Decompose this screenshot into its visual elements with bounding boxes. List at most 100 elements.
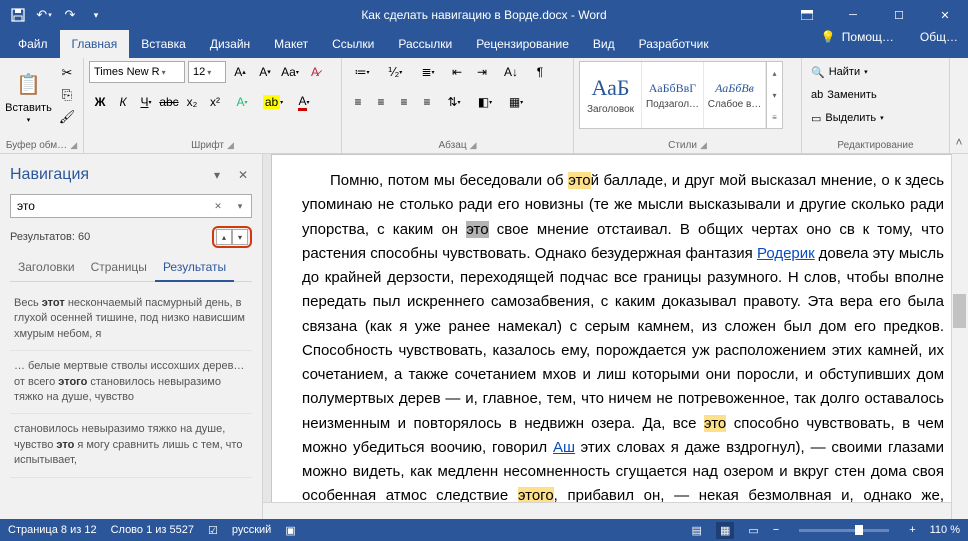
- font-color-icon[interactable]: A▾: [289, 91, 319, 113]
- justify-icon[interactable]: ≡: [416, 91, 438, 113]
- list-item[interactable]: Весь этот нескончаемый пасмурный день, в…: [10, 288, 252, 351]
- format-painter-icon[interactable]: 🖌: [56, 107, 78, 127]
- nav-close-icon[interactable]: ✕: [234, 166, 252, 184]
- align-center-icon[interactable]: ≡: [370, 91, 392, 113]
- sort-icon[interactable]: A↓: [496, 61, 526, 83]
- highlight-icon[interactable]: ab▾: [258, 91, 288, 113]
- indent-inc-icon[interactable]: ⇥: [471, 61, 493, 83]
- nav-tab-pages[interactable]: Страницы: [83, 254, 155, 281]
- undo-icon[interactable]: ↶▾: [32, 3, 56, 27]
- superscript-icon[interactable]: x²: [204, 91, 226, 113]
- status-page[interactable]: Страница 8 из 12: [8, 524, 97, 536]
- view-web-icon[interactable]: ▭: [748, 524, 758, 537]
- select-button[interactable]: ▭Выделить▾: [807, 107, 888, 129]
- ribbon-options-icon[interactable]: [784, 0, 830, 30]
- view-print-icon[interactable]: ▦: [716, 522, 734, 539]
- status-spell-icon[interactable]: ☑: [208, 524, 218, 537]
- font-name-combo[interactable]: Times New R▾: [89, 61, 185, 83]
- horizontal-scrollbar[interactable]: [263, 502, 951, 519]
- status-words[interactable]: Слово 1 из 5527: [111, 524, 194, 536]
- tab-review[interactable]: Рецензирование: [464, 30, 581, 58]
- multilevel-icon[interactable]: ≣▾: [413, 61, 443, 83]
- nav-tab-results[interactable]: Результаты: [155, 254, 234, 282]
- italic-icon[interactable]: К: [112, 91, 134, 113]
- nav-search-clear-icon[interactable]: ✕: [207, 201, 229, 212]
- numbering-icon[interactable]: ⅟₂▾: [380, 61, 410, 83]
- list-item[interactable]: становилось невыразимо тяжко на душе, чу…: [10, 414, 252, 477]
- borders-icon[interactable]: ▦▾: [501, 91, 531, 113]
- tab-developer[interactable]: Разработчик: [627, 30, 721, 58]
- cut-icon[interactable]: ✂: [56, 63, 78, 83]
- collapse-ribbon-icon[interactable]: ˄: [950, 58, 968, 153]
- shading-icon[interactable]: ◧▾: [470, 91, 500, 113]
- bullets-icon[interactable]: ≔▾: [347, 61, 377, 83]
- tell-me[interactable]: Помощ…: [842, 30, 894, 44]
- zoom-in-icon[interactable]: +: [909, 524, 915, 536]
- clear-format-icon[interactable]: A̷: [304, 61, 326, 83]
- align-right-icon[interactable]: ≡: [393, 91, 415, 113]
- share-button[interactable]: Общ…: [920, 30, 958, 44]
- minimize-icon[interactable]: ─: [830, 0, 876, 30]
- style-subheading[interactable]: АаБбВвГПодзагол…: [642, 62, 704, 128]
- save-icon[interactable]: [6, 3, 30, 27]
- dialog-launcher-icon[interactable]: ◢: [700, 140, 707, 151]
- zoom-knob[interactable]: [855, 525, 863, 535]
- scroll-thumb[interactable]: [953, 294, 966, 328]
- tab-file[interactable]: Файл: [6, 30, 60, 58]
- align-left-icon[interactable]: ≡: [347, 91, 369, 113]
- tab-insert[interactable]: Вставка: [129, 30, 198, 58]
- nav-search-input[interactable]: [11, 199, 207, 213]
- dialog-launcher-icon[interactable]: ◢: [227, 140, 234, 151]
- shrink-font-icon[interactable]: A▾: [254, 61, 276, 83]
- gallery-more-icon[interactable]: ≡: [767, 106, 782, 128]
- bold-icon[interactable]: Ж: [89, 91, 111, 113]
- find-button[interactable]: 🔍Найти▾: [807, 61, 888, 83]
- status-language[interactable]: русский: [232, 524, 271, 536]
- text-effects-icon[interactable]: A▾: [227, 91, 257, 113]
- redo-icon[interactable]: ↷: [58, 3, 82, 27]
- underline-icon[interactable]: Ч▾: [135, 91, 157, 113]
- nav-search-dropdown-icon[interactable]: ▾: [229, 201, 251, 212]
- nav-tab-headings[interactable]: Заголовки: [10, 254, 83, 281]
- tab-mailings[interactable]: Рассылки: [386, 30, 464, 58]
- style-heading[interactable]: АаБЗаголовок: [580, 62, 642, 128]
- list-item[interactable]: … белые мертвые стволы иссохших дерев… о…: [10, 351, 252, 414]
- tab-layout[interactable]: Макет: [262, 30, 320, 58]
- font-size-combo[interactable]: 12▾: [188, 61, 226, 83]
- dialog-launcher-icon[interactable]: ◢: [470, 140, 477, 151]
- styles-gallery[interactable]: АаБЗаголовок АаБбВвГПодзагол… АаБбВвСлаб…: [579, 61, 783, 129]
- nav-prev-result-icon[interactable]: ▴: [216, 229, 232, 245]
- strike-icon[interactable]: abc: [158, 91, 180, 113]
- nav-menu-icon[interactable]: ▾: [208, 166, 226, 184]
- gallery-down-icon[interactable]: ▾: [767, 84, 782, 106]
- view-read-icon[interactable]: ▤: [692, 524, 702, 537]
- subscript-icon[interactable]: x₂: [181, 91, 203, 113]
- indent-dec-icon[interactable]: ⇤: [446, 61, 468, 83]
- paste-button[interactable]: 📋 Вставить ▾: [5, 61, 52, 131]
- zoom-level[interactable]: 110 %: [930, 524, 960, 536]
- gallery-up-icon[interactable]: ▴: [767, 62, 782, 84]
- style-subtle[interactable]: АаБбВвСлабое в…: [704, 62, 766, 128]
- change-case-icon[interactable]: Aa▾: [279, 61, 301, 83]
- qat-customize-icon[interactable]: ▾: [84, 3, 108, 27]
- maximize-icon[interactable]: ☐: [876, 0, 922, 30]
- tab-references[interactable]: Ссылки: [320, 30, 386, 58]
- replace-button[interactable]: abЗаменить: [807, 84, 888, 106]
- tab-design[interactable]: Дизайн: [198, 30, 262, 58]
- line-spacing-icon[interactable]: ⇅▾: [439, 91, 469, 113]
- close-icon[interactable]: ✕: [922, 0, 968, 30]
- dialog-launcher-icon[interactable]: ◢: [70, 140, 77, 151]
- tab-view[interactable]: Вид: [581, 30, 627, 58]
- nav-next-result-icon[interactable]: ▾: [232, 229, 248, 245]
- zoom-slider[interactable]: [799, 529, 889, 532]
- status-macro-icon[interactable]: ▣: [285, 524, 295, 537]
- grow-font-icon[interactable]: A▴: [229, 61, 251, 83]
- show-marks-icon[interactable]: ¶: [529, 61, 551, 83]
- tab-home[interactable]: Главная: [60, 30, 130, 58]
- nav-search-box[interactable]: ✕ ▾: [10, 194, 252, 218]
- nav-title: Навигация: [10, 166, 89, 184]
- vertical-scrollbar[interactable]: [951, 154, 968, 519]
- document-page[interactable]: Помню, потом мы беседовали об этой балла…: [271, 154, 961, 519]
- copy-icon[interactable]: ⎘: [56, 85, 78, 105]
- zoom-out-icon[interactable]: −: [773, 524, 779, 536]
